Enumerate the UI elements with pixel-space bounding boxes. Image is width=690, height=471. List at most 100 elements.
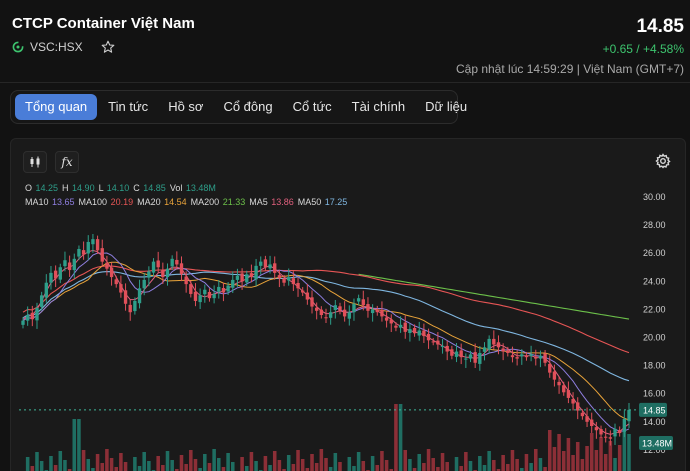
volume-bar [580, 459, 585, 471]
candle-body [566, 390, 571, 398]
volume-bar [506, 464, 510, 471]
volume-bar [324, 458, 328, 471]
candle-body [431, 341, 435, 343]
volume-bar [464, 452, 468, 471]
candle-body [352, 303, 356, 313]
candle-body [478, 352, 482, 364]
candle-body [254, 265, 258, 280]
candle-body [240, 273, 244, 282]
candle-body [538, 355, 543, 359]
candle-body [436, 340, 440, 345]
candle-body [506, 350, 510, 353]
tab-6[interactable]: Dữ liệu [416, 94, 476, 120]
candle-body [347, 312, 351, 319]
volume-bar [184, 464, 188, 471]
candle-body [342, 309, 347, 317]
candle-body [282, 278, 286, 283]
volume-bar [533, 449, 538, 471]
candle-body [100, 248, 104, 262]
candle-body [296, 282, 300, 289]
volume-bar [459, 466, 463, 471]
candle-body [212, 293, 216, 299]
y-tick-label: 26.00 [643, 248, 666, 258]
volume-bar [571, 455, 575, 471]
volume-bar [478, 456, 482, 471]
volume-bar [314, 463, 319, 471]
candle-body [552, 371, 557, 380]
candle-body [468, 354, 473, 359]
tab-1[interactable]: Tin tức [99, 94, 157, 120]
candle-body [403, 322, 407, 332]
volume-bar [263, 456, 268, 471]
volume-bar [240, 457, 244, 471]
candle-body [263, 259, 268, 268]
ma10-line [22, 252, 630, 432]
candle-body [366, 304, 370, 311]
volume-bar [501, 455, 505, 471]
price-change: +0.65 / +4.58% [602, 42, 684, 56]
volume-bar [538, 458, 543, 471]
candle-body [580, 412, 585, 417]
tab-3[interactable]: Cổ đông [214, 94, 281, 120]
volume-bar [207, 463, 212, 471]
volume-bar [165, 451, 170, 471]
price-chart[interactable]: 30.00 28.00 26.00 24.00 22.00 20.00 18.00 16.00… [11, 139, 686, 471]
tab-0[interactable]: Tổng quan [15, 94, 98, 120]
candle-body [473, 352, 477, 363]
volume-bar [86, 459, 91, 471]
volume-bar [482, 465, 487, 471]
candle-body [49, 272, 53, 283]
volume-bar [193, 459, 198, 471]
candle-body [63, 260, 67, 267]
candle-body [53, 270, 58, 279]
candle-body [198, 295, 202, 303]
last-price-label: 14.85 [643, 405, 666, 415]
tab-4[interactable]: Cổ tức [284, 94, 341, 120]
candle-body [450, 349, 454, 356]
volume-bar [347, 457, 352, 471]
volume-bar [203, 454, 207, 471]
exchange-logo-icon [12, 41, 24, 53]
volume-bar [254, 461, 258, 471]
candle-body [268, 264, 272, 269]
volume-bar [380, 451, 384, 471]
volume-bar [617, 445, 622, 471]
tab-5[interactable]: Tài chính [343, 94, 414, 120]
volume-bar [543, 467, 547, 471]
volume-bar [114, 467, 119, 471]
tab-2[interactable]: Hồ sơ [159, 94, 212, 120]
candle-body [77, 248, 81, 257]
candle-body [217, 286, 221, 292]
volume-bar [375, 465, 380, 471]
candle-body [375, 309, 379, 313]
candle-body [147, 271, 151, 278]
volume-bar [566, 438, 571, 471]
volume-bar [361, 461, 366, 471]
current-price: 14.85 [636, 16, 684, 37]
candle-body [496, 342, 501, 348]
candle-body [35, 307, 39, 321]
candle-body [67, 262, 72, 271]
volume-bar [524, 454, 529, 471]
candle-body [137, 288, 142, 304]
ma20-line [22, 261, 630, 421]
candle-body [305, 292, 310, 300]
volume-bar [594, 450, 599, 471]
volume-bar [492, 460, 496, 471]
candle-body [380, 309, 384, 317]
candle-body [333, 305, 338, 310]
volume-bar [552, 447, 557, 471]
volume-bar [95, 454, 100, 471]
star-icon[interactable] [101, 40, 115, 54]
volume-bar [226, 453, 230, 471]
candle-body [562, 385, 566, 393]
volume-bar [137, 466, 142, 471]
candle-body [161, 269, 165, 278]
candle-body [30, 312, 35, 320]
volume-bar [300, 459, 305, 471]
candle-body [590, 419, 594, 427]
volume-bar [77, 419, 81, 471]
volume-bar [394, 404, 398, 471]
update-timestamp: Cập nhật lúc 14:59:29 | Việt Nam (GMT+7) [455, 62, 684, 76]
candle-body [203, 289, 207, 295]
